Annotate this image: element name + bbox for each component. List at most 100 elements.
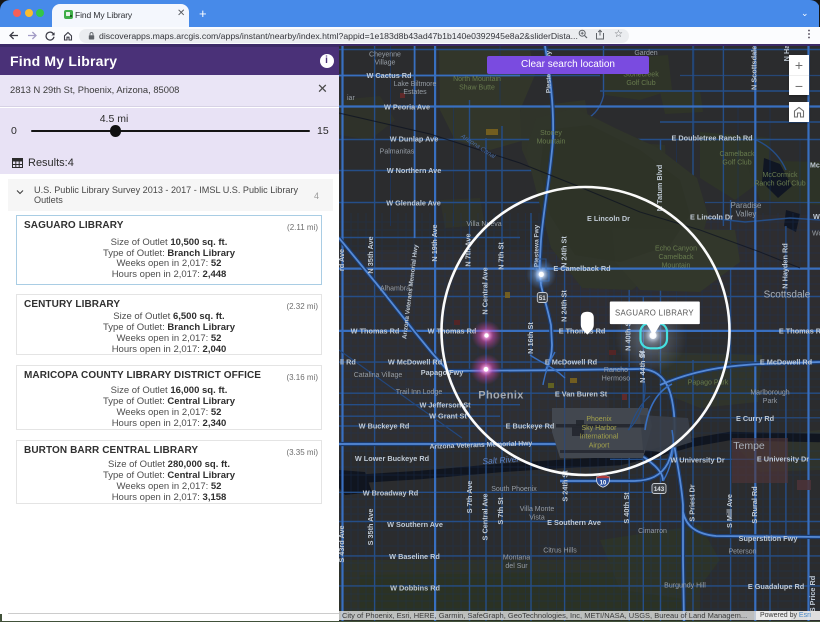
svg-text:Phoenix: Phoenix bbox=[586, 416, 612, 423]
svg-text:Shaw Butte: Shaw Butte bbox=[459, 85, 495, 92]
svg-text:del Sur: del Sur bbox=[505, 563, 528, 570]
svg-text:E Thomas R: E Thomas R bbox=[779, 327, 820, 336]
svg-text:Tempe: Tempe bbox=[733, 440, 765, 452]
svg-text:Burgundy Hill: Burgundy Hill bbox=[664, 583, 706, 590]
svg-text:Camelback: Camelback bbox=[719, 151, 755, 158]
svg-text:S Mill Ave: S Mill Ave bbox=[725, 494, 734, 528]
svg-text:Lake Biltmore: Lake Biltmore bbox=[394, 81, 437, 88]
svg-text:W Cactus Rd: W Cactus Rd bbox=[367, 71, 412, 80]
svg-text:Valley: Valley bbox=[736, 210, 757, 219]
svg-text:W University Dr: W University Dr bbox=[670, 456, 724, 465]
svg-text:E Curry Rd: E Curry Rd bbox=[736, 414, 774, 423]
svg-text:N 24th St: N 24th St bbox=[560, 236, 569, 268]
svg-text:N Scottsdale Rd: N Scottsdale Rd bbox=[750, 46, 759, 90]
svg-text:N Central Ave: N Central Ave bbox=[481, 267, 490, 314]
svg-text:W Grant St: W Grant St bbox=[429, 412, 467, 421]
svg-text:Scottsdale: Scottsdale bbox=[764, 290, 811, 301]
svg-text:North Mountain: North Mountain bbox=[453, 76, 501, 83]
svg-text:Estates: Estates bbox=[403, 89, 427, 96]
svg-text:Villa Monte: Villa Monte bbox=[520, 506, 555, 513]
svg-text:W Dobbins Rd: W Dobbins Rd bbox=[390, 584, 440, 593]
svg-text:W Baseline Rd: W Baseline Rd bbox=[389, 552, 440, 561]
svg-text:S 43rd Ave: S 43rd Ave bbox=[339, 525, 346, 562]
svg-text:rd Ave: rd Ave bbox=[339, 249, 346, 271]
svg-text:International: International bbox=[580, 434, 619, 441]
svg-text:Mountain: Mountain bbox=[662, 263, 691, 270]
svg-text:Camelback: Camelback bbox=[658, 254, 694, 261]
svg-text:Montana: Montana bbox=[503, 555, 530, 562]
svg-text:S Priest Dr: S Priest Dr bbox=[688, 484, 697, 521]
svg-text:E Van Buren St: E Van Buren St bbox=[555, 390, 608, 399]
svg-text:Park: Park bbox=[763, 398, 778, 405]
svg-text:S Price Rd: S Price Rd bbox=[808, 576, 817, 613]
svg-text:McCormick: McCormick bbox=[763, 172, 798, 179]
svg-text:Rancho: Rancho bbox=[604, 367, 628, 374]
svg-text:Papago Park: Papago Park bbox=[688, 380, 729, 387]
svg-text:Hermoso: Hermoso bbox=[602, 376, 631, 383]
svg-text:Village: Village bbox=[375, 60, 396, 67]
svg-text:W Broadway Rd: W Broadway Rd bbox=[363, 489, 419, 498]
svg-text:E University Dr: E University Dr bbox=[757, 455, 809, 464]
svg-text:N 24th St: N 24th St bbox=[560, 290, 569, 322]
svg-text:W McDowell Rd: W McDowell Rd bbox=[388, 358, 442, 367]
svg-text:N 35th Ave: N 35th Ave bbox=[366, 236, 375, 273]
svg-text:S Central Ave: S Central Ave bbox=[481, 494, 490, 541]
svg-text:143: 143 bbox=[654, 486, 665, 493]
svg-text:Cimarron: Cimarron bbox=[638, 528, 667, 535]
svg-text:N Hayden Rd: N Hayden Rd bbox=[781, 243, 790, 288]
svg-text:N 16th St: N 16th St bbox=[526, 322, 535, 354]
svg-text:iar: iar bbox=[347, 95, 355, 102]
svg-text:E Guadalupe Rd: E Guadalupe Rd bbox=[748, 582, 804, 591]
svg-text:Palmanitas: Palmanitas bbox=[380, 149, 415, 156]
svg-text:Ranch Golf Club: Ranch Golf Club bbox=[754, 181, 805, 188]
svg-text:ll Rd: ll Rd bbox=[340, 358, 356, 367]
svg-text:W Dunlap Ave: W Dunlap Ave bbox=[390, 135, 439, 144]
svg-text:Mountain: Mountain bbox=[537, 139, 566, 146]
svg-text:N 19th Ave: N 19th Ave bbox=[430, 224, 439, 261]
svg-text:Superstition Fwy: Superstition Fwy bbox=[739, 534, 799, 543]
svg-text:Peterson: Peterson bbox=[728, 549, 756, 556]
svg-text:Sky Harbor: Sky Harbor bbox=[581, 425, 617, 432]
svg-text:S 7th St: S 7th St bbox=[496, 497, 505, 525]
svg-text:W Lower Buckeye Rd: W Lower Buckeye Rd bbox=[355, 454, 429, 463]
svg-text:Villa Nueva: Villa Nueva bbox=[466, 221, 501, 228]
svg-text:Woodl: Woodl bbox=[812, 231, 820, 238]
svg-text:W Thomas Rd: W Thomas Rd bbox=[428, 327, 477, 336]
svg-text:W Southern Ave: W Southern Ave bbox=[387, 520, 443, 529]
svg-text:W Glendale Ave: W Glendale Ave bbox=[386, 199, 441, 208]
svg-text:Winde: Winde bbox=[813, 212, 820, 221]
svg-text:S Rural Rd: S Rural Rd bbox=[750, 486, 759, 523]
svg-text:Alhambra: Alhambra bbox=[380, 286, 410, 293]
svg-text:Marlborough: Marlborough bbox=[750, 390, 789, 397]
svg-text:Airport: Airport bbox=[589, 442, 610, 449]
svg-text:South Phoenix: South Phoenix bbox=[491, 486, 537, 493]
svg-text:Trail Inn Lodge: Trail Inn Lodge bbox=[396, 389, 443, 396]
svg-text:Vista: Vista bbox=[529, 515, 545, 522]
svg-text:N 7th St: N 7th St bbox=[497, 242, 506, 270]
svg-text:Cheyenne: Cheyenne bbox=[369, 52, 401, 59]
svg-text:S 7th Ave: S 7th Ave bbox=[465, 481, 474, 514]
svg-text:10: 10 bbox=[600, 481, 607, 487]
svg-text:E McDowell Rd: E McDowell Rd bbox=[760, 358, 812, 367]
svg-text:E McDowell Rd: E McDowell Rd bbox=[545, 358, 597, 367]
svg-text:51: 51 bbox=[539, 295, 546, 302]
svg-text:W Thomas Rd: W Thomas Rd bbox=[351, 327, 400, 336]
svg-text:Echo Canyon: Echo Canyon bbox=[655, 246, 697, 253]
svg-text:SAGUARO LIBRARY: SAGUARO LIBRARY bbox=[615, 309, 694, 318]
svg-text:E Buckeye Rd: E Buckeye Rd bbox=[506, 422, 555, 431]
svg-text:W Northern Ave: W Northern Ave bbox=[387, 166, 442, 175]
svg-text:Golf Club: Golf Club bbox=[722, 160, 751, 167]
svg-text:E Lincoln Dr: E Lincoln Dr bbox=[587, 214, 630, 223]
svg-text:Catalina Village: Catalina Village bbox=[354, 372, 403, 379]
svg-text:S 40th St: S 40th St bbox=[622, 492, 631, 524]
svg-text:W Peoria Ave: W Peoria Ave bbox=[384, 103, 430, 112]
svg-text:McCo: McCo bbox=[810, 163, 820, 170]
svg-text:S 35th Ave: S 35th Ave bbox=[366, 509, 375, 546]
svg-text:E Doubletree Ranch Rd: E Doubletree Ranch Rd bbox=[671, 134, 752, 143]
svg-text:Golf Club: Golf Club bbox=[626, 80, 655, 87]
svg-text:Stoney: Stoney bbox=[540, 130, 562, 137]
svg-text:E Lincoln Dr: E Lincoln Dr bbox=[690, 213, 733, 222]
svg-text:E Southern Ave: E Southern Ave bbox=[547, 518, 601, 527]
svg-text:Phoenix: Phoenix bbox=[478, 390, 524, 402]
svg-text:Citrus Hills: Citrus Hills bbox=[543, 548, 577, 555]
